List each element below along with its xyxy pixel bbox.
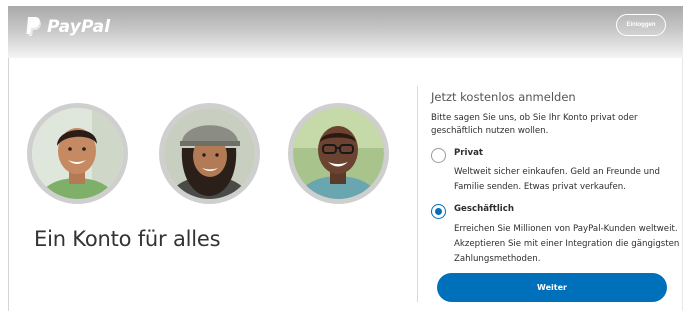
paypal-p-icon [25, 16, 42, 37]
site-header: PayPal Einloggen [8, 6, 683, 58]
person-photo-1 [32, 108, 123, 199]
signup-description: Bitte sagen Sie uns, ob Sie Ihr Konto pr… [431, 113, 638, 136]
hero-tagline: Ein Konto für alles [34, 227, 221, 251]
avatar [27, 103, 128, 204]
radio-geschaeftlich[interactable] [431, 204, 446, 219]
avatar [159, 103, 260, 204]
paypal-logo[interactable]: PayPal [25, 16, 110, 37]
login-button[interactable]: Einloggen [616, 14, 666, 36]
signup-title: Jetzt kostenlos anmelden [431, 90, 576, 104]
continue-button[interactable]: Weiter [437, 273, 667, 302]
option-description-geschaeftlich: Erreichen Sie Millionen von PayPal-Kunde… [454, 224, 680, 264]
option-label-geschaeftlich[interactable]: Geschäftlich [454, 204, 514, 214]
option-label-privat[interactable]: Privat [454, 148, 483, 158]
radio-privat[interactable] [431, 148, 446, 163]
person-photo-3 [293, 108, 384, 199]
vertical-divider [417, 86, 418, 302]
avatar [288, 103, 389, 204]
option-description-privat: Weltweit sicher einkaufen. Geld an Freun… [454, 167, 660, 192]
paypal-wordmark: PayPal [47, 16, 111, 37]
person-photo-2 [164, 108, 255, 199]
